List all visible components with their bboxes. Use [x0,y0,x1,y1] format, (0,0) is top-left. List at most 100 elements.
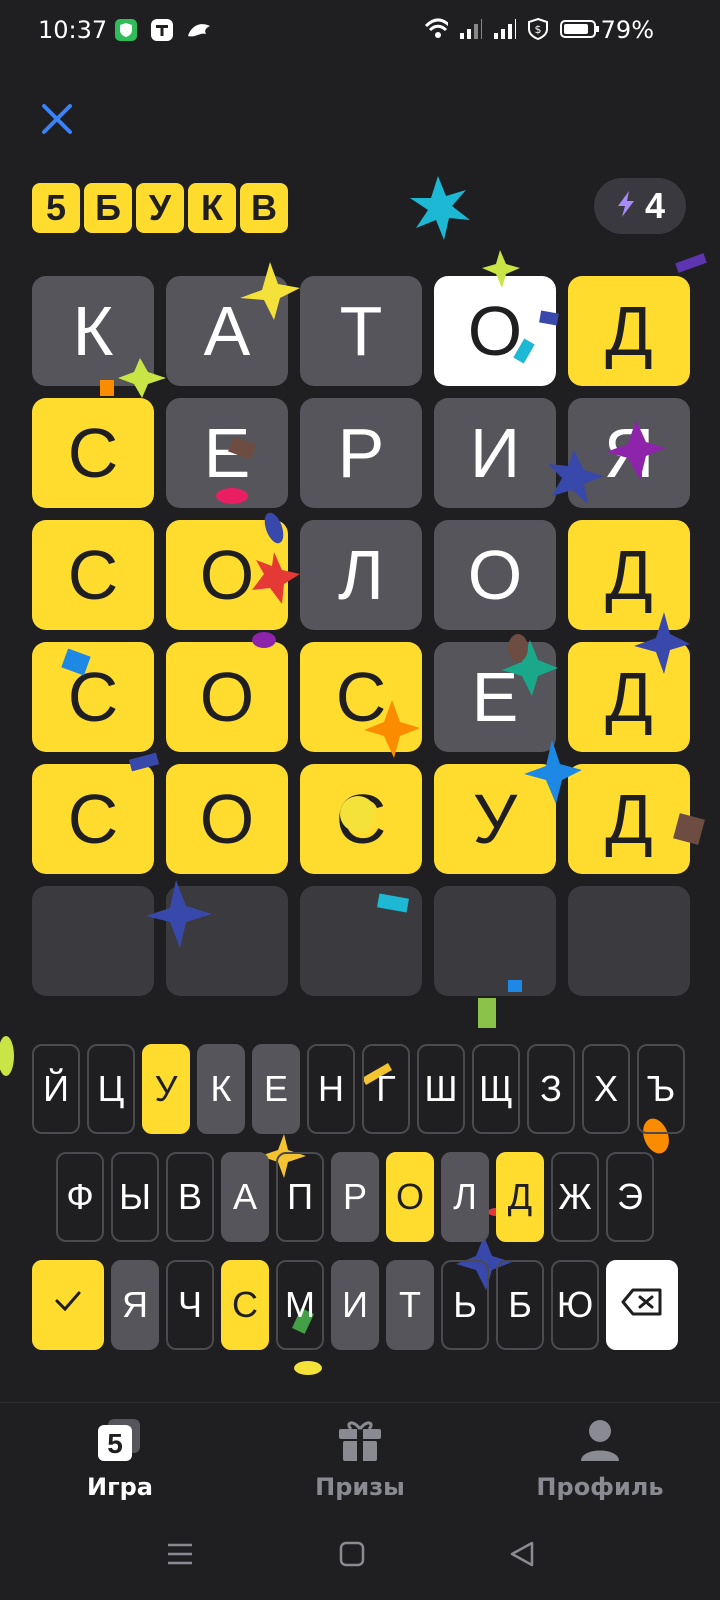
confetti-piece [675,253,707,273]
keyboard-row-2: ФЫВАПРОЛДЖЭ [56,1152,654,1242]
keyboard-row-3: ЯЧСМИТЬБЮ [32,1260,678,1350]
tab-game[interactable]: 5 Игра [40,1417,200,1501]
letter-tile: И [434,398,556,508]
key-button[interactable]: Ж [551,1152,599,1242]
key-button[interactable]: Л [441,1152,489,1242]
lightning-icon [615,189,637,223]
key-button[interactable]: К [197,1044,245,1134]
letter-tile: О [434,276,556,386]
shield-app-icon [114,18,138,42]
svg-text:$: $ [535,23,542,36]
tab-profile[interactable]: Профиль [520,1417,680,1501]
key-button[interactable]: Й [32,1044,80,1134]
key-button[interactable]: С [221,1260,269,1350]
key-button[interactable]: Т [386,1260,434,1350]
letter-tile: К [32,276,154,386]
letter-tile: Р [300,398,422,508]
key-button[interactable]: Р [331,1152,379,1242]
key-button[interactable]: Д [496,1152,544,1242]
logo-tile: К [188,183,236,233]
checkmark-icon [51,1284,85,1327]
key-button[interactable]: Ь [441,1260,489,1350]
key-button[interactable]: У [142,1044,190,1134]
signal-icon [458,17,482,41]
confetti-piece [294,1361,322,1375]
logo-tile: Б [84,183,132,233]
letter-tile: А [166,276,288,386]
confetti-piece [478,998,496,1028]
letter-tile: Я [568,398,690,508]
key-button[interactable]: Г [362,1044,410,1134]
confetti-piece [0,1036,14,1076]
key-button[interactable]: Ъ [637,1044,685,1134]
t-app-icon [150,18,174,42]
close-icon[interactable] [38,100,76,138]
logo-tile: У [136,183,184,233]
letter-tile: С [32,642,154,752]
key-button[interactable]: Е [252,1044,300,1134]
svg-text:5: 5 [107,1428,123,1459]
energy-count: 4 [644,185,666,226]
key-button[interactable]: В [166,1152,214,1242]
letter-tile: С [300,642,422,752]
logo-tile: В [240,183,288,233]
enter-button[interactable] [32,1260,104,1350]
battery-percent: 79% [600,16,654,44]
system-nav-bar [0,1520,720,1600]
key-button[interactable]: И [331,1260,379,1350]
key-button[interactable]: Х [582,1044,630,1134]
letter-tile: У [434,764,556,874]
back-icon[interactable] [508,1540,536,1572]
key-button[interactable]: Щ [472,1044,520,1134]
letter-tile: О [166,520,288,630]
key-button[interactable]: М [276,1260,324,1350]
key-button[interactable]: Э [606,1152,654,1242]
key-button[interactable]: Ф [56,1152,104,1242]
letter-tile: С [300,764,422,874]
key-button[interactable]: Б [496,1260,544,1350]
status-bar: 10:37 $ 79% [0,0,720,64]
letter-tile: Л [300,520,422,630]
letter-tile: О [166,642,288,752]
tab-game-label: Игра [87,1473,153,1501]
data-saver-icon: $ [526,17,550,41]
letter-tile: Д [568,764,690,874]
game-board: КАТОДСЕРИЯСОЛОДСОСЕДСОСУД [32,276,690,996]
letter-tile: С [32,520,154,630]
key-button[interactable]: Ы [111,1152,159,1242]
profile-icon [520,1417,680,1467]
keyboard-row-1: ЙЦУКЕНГШЩЗХЪ [32,1044,685,1134]
battery-icon [560,17,600,41]
letter-tile: Д [568,520,690,630]
key-button[interactable]: О [386,1152,434,1242]
empty-tile [434,886,556,996]
home-icon[interactable] [338,1540,366,1572]
key-button[interactable]: П [276,1152,324,1242]
empty-tile [300,886,422,996]
key-button[interactable]: Ц [87,1044,135,1134]
letter-tile: О [166,764,288,874]
empty-tile [568,886,690,996]
tab-prizes-label: Призы [315,1473,405,1501]
key-button[interactable]: Я [111,1260,159,1350]
key-button[interactable]: Ч [166,1260,214,1350]
key-button[interactable]: Ю [551,1260,599,1350]
backspace-button[interactable] [606,1260,678,1350]
dragon-app-icon [186,18,210,42]
key-button[interactable]: З [527,1044,575,1134]
letter-tile: С [32,764,154,874]
backspace-icon [620,1284,664,1326]
wifi-icon [424,17,448,41]
tab-prizes[interactable]: Призы [280,1417,440,1501]
energy-counter[interactable]: 4 [594,178,686,234]
key-button[interactable]: А [221,1152,269,1242]
letter-tile: Т [300,276,422,386]
key-button[interactable]: Н [307,1044,355,1134]
key-button[interactable]: Ш [417,1044,465,1134]
letter-tile: Е [166,398,288,508]
letter-tile: Д [568,276,690,386]
gift-icon [280,1417,440,1467]
tab-profile-label: Профиль [536,1473,664,1501]
menu-icon[interactable] [166,1540,194,1572]
status-time: 10:37 [38,16,108,44]
